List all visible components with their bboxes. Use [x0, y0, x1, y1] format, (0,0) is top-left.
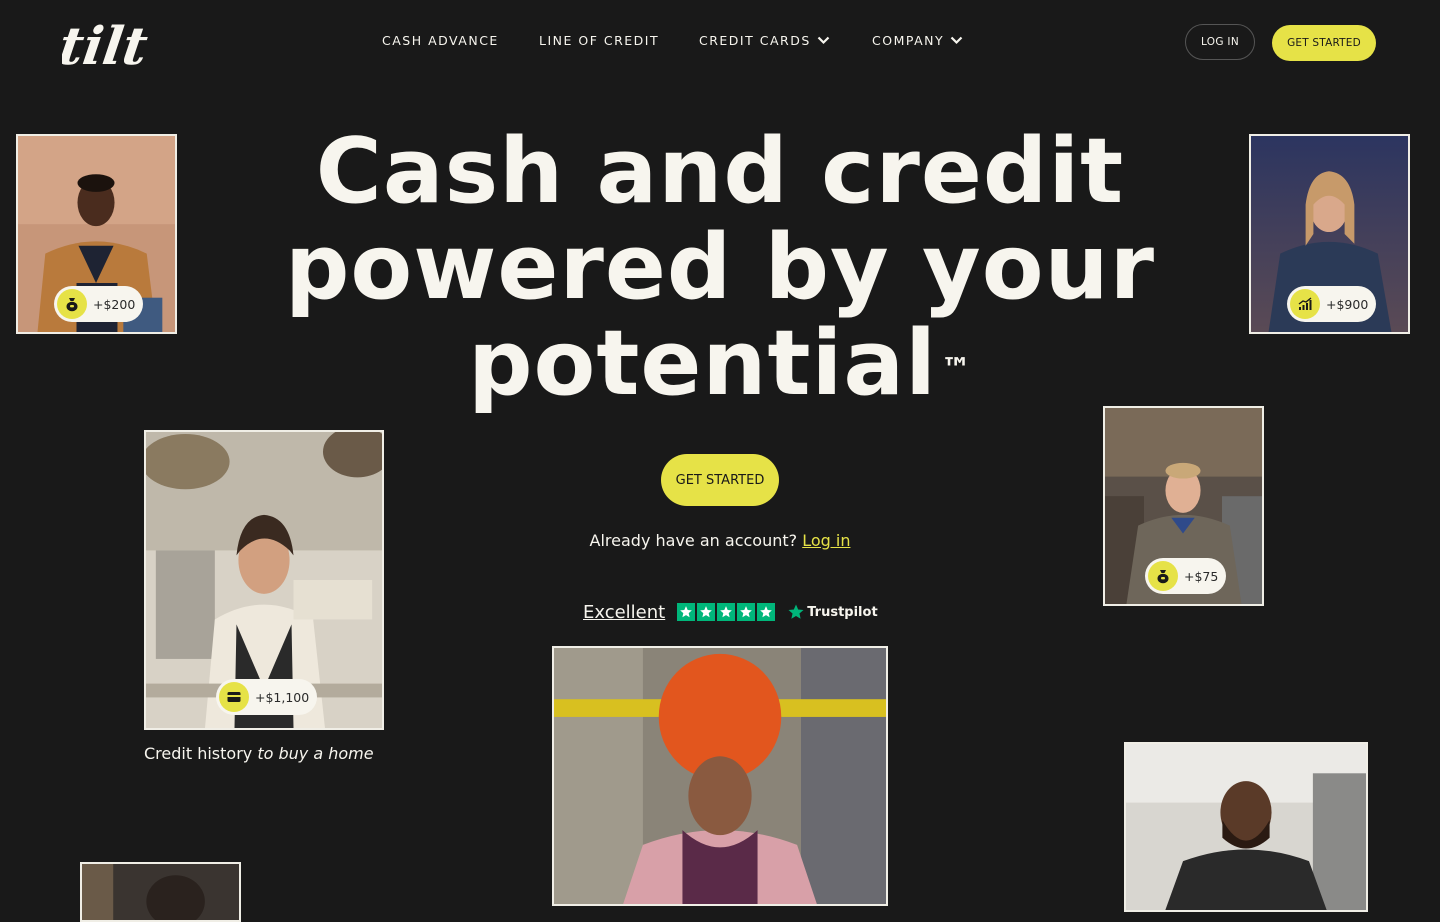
trustpilot-logo: Trustpilot — [787, 603, 878, 621]
star-icon — [717, 603, 736, 621]
chart-up-icon — [1290, 289, 1320, 319]
login-prompt: Already have an account? Log in — [0, 531, 1440, 550]
amount-value: +$1,100 — [255, 689, 310, 705]
nav-cash-advance[interactable]: CASH ADVANCE — [382, 33, 499, 48]
login-link[interactable]: Log in — [802, 531, 850, 550]
trademark-symbol: ™ — [940, 352, 972, 387]
get-started-button[interactable]: GET STARTED — [661, 454, 779, 506]
header-get-started-label: GET STARTED — [1287, 37, 1361, 49]
money-bag-icon — [1148, 561, 1178, 591]
headline-line-2: powered by your — [285, 215, 1155, 320]
money-bag-icon — [57, 289, 87, 319]
caption-italic: to buy a home — [257, 744, 374, 763]
portrait-image — [554, 648, 886, 904]
login-button[interactable]: LOG IN — [1185, 24, 1255, 60]
trustpilot-star-icon — [788, 604, 804, 619]
nav-company[interactable]: COMPANY — [872, 33, 963, 48]
login-button-label: LOG IN — [1201, 36, 1239, 48]
amount-value: +$75 — [1184, 568, 1219, 584]
get-started-label: GET STARTED — [675, 472, 765, 488]
chevron-down-icon — [817, 36, 830, 45]
photo-woman-kitchen: +$1,100 — [144, 430, 384, 730]
amount-chip: +$75 — [1145, 558, 1227, 594]
trustpilot-widget[interactable]: Excellent Trustpilot — [583, 600, 878, 624]
trustpilot-stars — [677, 603, 776, 621]
star-icon — [737, 603, 756, 621]
portrait-image — [82, 864, 239, 920]
trustpilot-brand: Trustpilot — [807, 604, 878, 620]
photo-partial-bottom-left — [80, 862, 241, 922]
portrait-image — [1126, 744, 1366, 910]
amount-chip: +$1,100 — [216, 679, 318, 715]
caption-plain: Credit history — [144, 744, 253, 763]
hero-headline: Cash and credit powered by your potentia… — [220, 124, 1220, 412]
star-icon — [697, 603, 716, 621]
amount-chip: +$200 — [54, 286, 144, 322]
nav-line-of-credit-label: LINE OF CREDIT — [539, 33, 660, 48]
nav-line-of-credit[interactable]: LINE OF CREDIT — [539, 33, 659, 48]
photo-woman-orange-hair — [552, 646, 888, 906]
nav-company-label: COMPANY — [872, 33, 945, 48]
star-icon — [757, 603, 776, 621]
credit-card-icon — [219, 682, 249, 712]
photo-man-beard — [1124, 742, 1368, 912]
nav-credit-cards-label: CREDIT CARDS — [699, 33, 811, 48]
photo-man-workshop: +$75 — [1103, 406, 1264, 606]
headline-line-3: potential — [468, 311, 937, 416]
amount-value: +$200 — [93, 296, 136, 312]
amount-chip: +$900 — [1287, 286, 1377, 322]
nav-credit-cards[interactable]: CREDIT CARDS — [699, 33, 830, 48]
nav-cash-advance-label: CASH ADVANCE — [382, 33, 499, 48]
login-prompt-text: Already have an account? — [589, 531, 798, 550]
header-get-started-button[interactable]: GET STARTED — [1272, 25, 1376, 61]
photo-caption: Credit history to buy a home — [144, 744, 374, 763]
trustpilot-rating-word: Excellent — [583, 601, 666, 623]
amount-value: +$900 — [1326, 296, 1369, 312]
chevron-down-icon — [950, 36, 963, 45]
photo-man-tan-jacket: +$200 — [16, 134, 177, 334]
photo-woman-denim-jacket: +$900 — [1249, 134, 1410, 334]
headline-line-1: Cash and credit — [315, 119, 1125, 224]
star-icon — [677, 603, 696, 621]
